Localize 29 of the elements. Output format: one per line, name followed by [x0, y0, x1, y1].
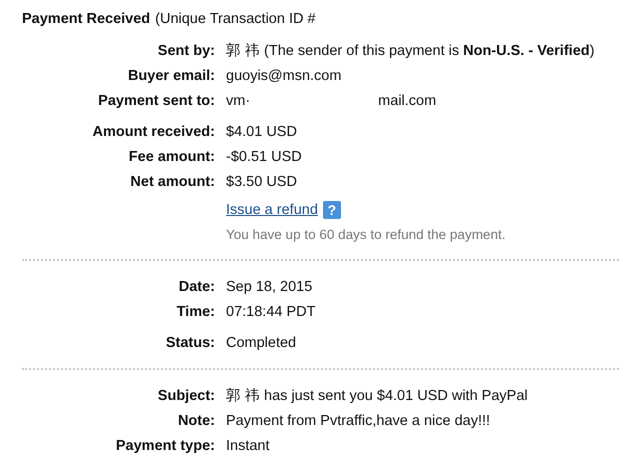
field-label: Date:: [178, 278, 215, 297]
refund-link[interactable]: Issue a refund: [226, 199, 318, 221]
field-label: Subject:: [156, 387, 215, 406]
field-value: -$0.51 USD: [226, 148, 302, 167]
field-label: Status:: [164, 334, 215, 353]
field-value: Completed: [226, 334, 296, 353]
field-value: Sep 18, 2015: [226, 278, 312, 297]
field-label: Fee amount:: [128, 148, 215, 167]
field-value: 郭 祎 (The sender of this payment is Non-U.S. - Verified): [226, 42, 594, 61]
page-title: Payment Received: [22, 10, 150, 29]
field-value: $4.01 USD: [226, 123, 297, 142]
field-label: Payment sent to:: [97, 92, 215, 111]
field-value: mail.com: [378, 92, 436, 111]
field-value: Payment from Pvtraffic,have a nice day!!!: [226, 412, 490, 431]
field-value: $3.50 USD: [226, 173, 297, 192]
field-value: guoyis@msn.com: [226, 67, 342, 86]
field-label: Net amount:: [129, 173, 215, 192]
field-label: Amount received:: [92, 123, 215, 142]
field-label: Note:: [176, 412, 215, 431]
transaction-id-label: (Unique Transaction ID #: [155, 10, 316, 29]
refund-note: You have up to 60 days to refund the payment.: [226, 226, 506, 244]
field-label: Buyer email:: [126, 67, 215, 86]
field-value: 07:18:44 PDT: [226, 303, 316, 322]
field-value: vm·: [226, 92, 250, 111]
field-label: Sent by:: [156, 42, 215, 61]
field-label: Time:: [176, 303, 215, 322]
field-value: Instant: [226, 437, 270, 456]
field-label: Payment type:: [114, 437, 215, 456]
field-value: 郭 祎 has just sent you $4.01 USD with PayPal: [226, 386, 528, 406]
